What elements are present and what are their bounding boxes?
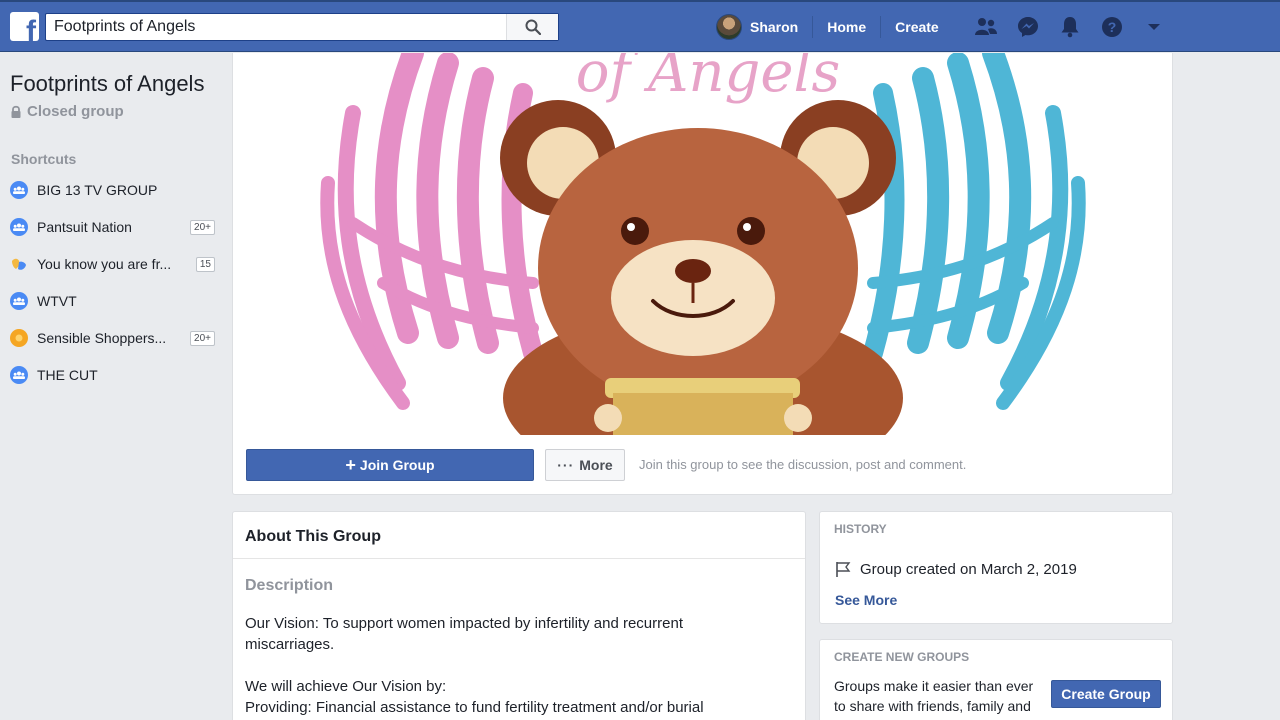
- join-group-label: Join Group: [359, 457, 435, 473]
- about-heading: About This Group: [233, 512, 805, 559]
- help-icon: ?: [1101, 17, 1122, 37]
- top-nav: Sharon Home Create ?: [716, 13, 1175, 41]
- shortcut-count-badge: 20+: [190, 219, 215, 235]
- group-icon: [10, 292, 28, 310]
- group-created-text: Group created on March 2, 2019: [860, 560, 1077, 578]
- shortcut-item[interactable]: Pantsuit Nation 20+: [10, 214, 215, 240]
- search-box: [45, 13, 559, 41]
- history-card: HISTORY Group created on March 2, 2019 S…: [819, 511, 1173, 624]
- shortcut-label: THE CUT: [37, 367, 98, 383]
- shortcut-label: Sensible Shoppers...: [37, 330, 167, 346]
- create-group-button[interactable]: Create Group: [1051, 680, 1161, 708]
- account-menu-button[interactable]: [1133, 13, 1175, 41]
- top-bar: f Sharon Home Create: [0, 0, 1280, 52]
- description-heading: Description: [245, 577, 334, 594]
- user-name: Sharon: [750, 19, 799, 35]
- avatar: [716, 14, 742, 40]
- group-title[interactable]: Footprints of Angels: [10, 71, 204, 97]
- group-icon: [10, 181, 28, 199]
- shortcut-label: WTVT: [37, 293, 77, 309]
- notifications-button[interactable]: [1049, 13, 1091, 41]
- profile-link[interactable]: Sharon: [716, 14, 814, 40]
- group-privacy-label: Closed group: [27, 103, 124, 120]
- group-created-line: Group created on March 2, 2019: [834, 560, 1077, 578]
- home-link[interactable]: Home: [813, 16, 882, 38]
- shortcut-label: You know you are fr...: [37, 256, 172, 272]
- more-button[interactable]: ··· More: [545, 449, 625, 481]
- search-icon: [525, 19, 541, 35]
- messenger-button[interactable]: [1007, 13, 1049, 41]
- create-link[interactable]: Create: [881, 16, 953, 38]
- see-more-link[interactable]: See More: [835, 592, 897, 608]
- angel-bear-illustration: of Angels: [233, 53, 1172, 435]
- flag-icon: [836, 562, 851, 577]
- description-paragraph-2: We will achieve Our Vision by: Providing…: [233, 655, 805, 718]
- create-groups-text: Groups make it easier than ever to share…: [834, 678, 1034, 720]
- shortcut-item[interactable]: WTVT: [10, 288, 215, 314]
- cover-title-text: of Angels: [576, 53, 840, 105]
- shopper-icon: [10, 329, 28, 347]
- search-input[interactable]: [46, 14, 506, 40]
- description-paragraph-1: Our Vision: To support women impacted by…: [245, 615, 683, 653]
- friends-icon: [974, 18, 997, 35]
- cover-photo[interactable]: of Angels: [233, 53, 1172, 435]
- shortcut-item[interactable]: Sensible Shoppers... 20+: [10, 325, 215, 351]
- join-hint-text: Join this group to see the discussion, p…: [639, 457, 967, 472]
- help-button[interactable]: ?: [1091, 13, 1133, 41]
- about-group-card: About This Group Description Our Vision:…: [232, 511, 806, 720]
- facebook-logo-icon[interactable]: f: [10, 12, 39, 41]
- shortcut-count-badge: 20+: [190, 330, 215, 346]
- group-cover-card: of Angels + Join Group ··· More Join thi…: [232, 53, 1173, 495]
- svg-text:?: ?: [1107, 19, 1116, 35]
- lock-icon: [11, 105, 21, 118]
- more-label: More: [579, 457, 613, 473]
- shortcut-count-badge: 15: [195, 256, 215, 272]
- friend-requests-button[interactable]: [965, 13, 1007, 41]
- hand-icon: [10, 255, 28, 273]
- group-icon: [10, 366, 28, 384]
- group-icon: [10, 218, 28, 236]
- caret-down-icon: [1147, 24, 1160, 30]
- messenger-icon: [1017, 17, 1038, 37]
- history-heading: HISTORY: [834, 522, 887, 536]
- description-line: Providing: Financial assistance to fund …: [245, 699, 704, 716]
- shortcut-item[interactable]: BIG 13 TV GROUP: [10, 177, 215, 203]
- shortcut-item[interactable]: THE CUT: [10, 362, 215, 388]
- bell-icon: [1061, 17, 1079, 38]
- shortcut-item[interactable]: You know you are fr... 15: [10, 251, 215, 277]
- shortcut-label: BIG 13 TV GROUP: [37, 182, 158, 198]
- description-line: We will achieve Our Vision by:: [245, 678, 447, 695]
- search-button[interactable]: [506, 14, 558, 40]
- shortcut-label: Pantsuit Nation: [37, 219, 132, 235]
- plus-icon: +: [345, 454, 356, 475]
- group-privacy: Closed group: [10, 103, 124, 120]
- nav-icons: ?: [965, 13, 1175, 41]
- create-groups-heading: CREATE NEW GROUPS: [834, 650, 970, 664]
- ellipsis-icon: ···: [557, 457, 575, 473]
- create-groups-card: CREATE NEW GROUPS Groups make it easier …: [819, 639, 1173, 720]
- join-group-button[interactable]: + Join Group: [246, 449, 534, 481]
- shortcuts-heading: Shortcuts: [11, 151, 77, 167]
